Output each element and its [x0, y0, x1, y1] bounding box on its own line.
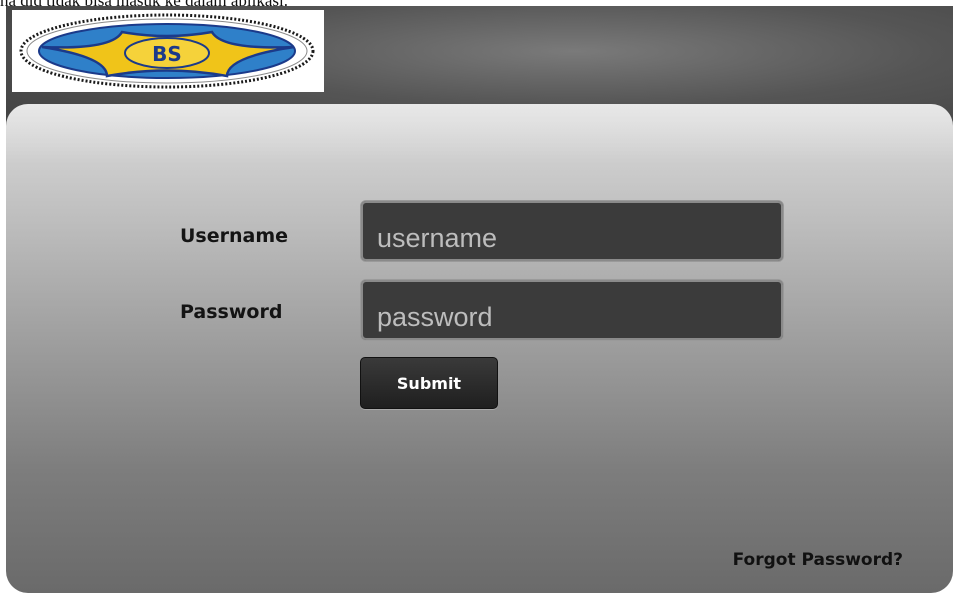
login-panel: Username Password Submit Forgot Password…: [6, 104, 953, 593]
logo: BS: [12, 10, 324, 92]
username-label: Username: [180, 225, 289, 247]
username-input[interactable]: [361, 201, 783, 261]
login-page: BS Username Password Submit Forgot Passw…: [6, 6, 953, 593]
star-badge-logo-icon: BS: [19, 13, 315, 89]
forgot-password-link[interactable]: Forgot Password?: [733, 550, 903, 570]
password-label: Password: [180, 301, 283, 323]
logo-text: BS: [152, 42, 182, 66]
password-input[interactable]: [361, 280, 783, 340]
password-field[interactable]: [360, 279, 784, 341]
submit-button[interactable]: Submit: [360, 357, 498, 409]
username-field[interactable]: [360, 200, 784, 262]
